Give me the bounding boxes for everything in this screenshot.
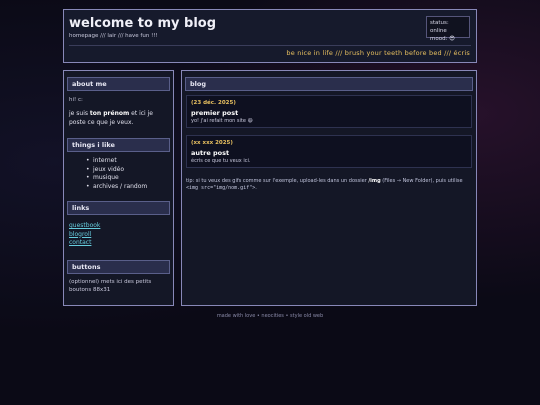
about-bio-pre: je suis	[69, 110, 90, 117]
list-item: internet	[86, 157, 147, 166]
post-date: (23 déc. 2025)	[191, 100, 236, 106]
about-bio-name: ton prénom	[89, 110, 130, 117]
blog-post: (23 déc. 2025) premier post yo! j'ai ref…	[186, 95, 472, 128]
tip-code: <img src="img/nom.gif">	[186, 185, 256, 191]
nav-link-homepage[interactable]: homepage	[69, 33, 98, 39]
site-title: welcome to my blog	[69, 16, 217, 31]
link-guestbook[interactable]: guestbook	[69, 222, 100, 229]
list-item: musique	[86, 174, 147, 183]
header-tagline: be nice in life /// brush your teeth bef…	[286, 49, 470, 57]
post-title[interactable]: premier post	[191, 109, 238, 117]
footer-item: style old web	[290, 313, 324, 319]
links-heading: links	[67, 201, 170, 215]
buttons-text: (optionnel) mets ici des petits boutons …	[69, 279, 152, 293]
footer-item: neocities	[261, 313, 284, 319]
link-blogroll[interactable]: blogroll	[69, 231, 91, 238]
post-date: (xx xxx 2025)	[191, 140, 233, 146]
nav-link-have-fun[interactable]: have fun !!!	[125, 33, 158, 39]
link-contact[interactable]: contact	[69, 239, 91, 246]
site-header: welcome to my blog homepage /// lair ///…	[63, 9, 477, 63]
blog-post: (xx xxx 2025) autre post écris ce que tu…	[186, 135, 472, 168]
links-list: guestbook blogroll contact	[69, 222, 100, 248]
blog-section: blog (23 déc. 2025) premier post yo! j'a…	[181, 70, 477, 306]
tip-pre: tip: si tu veux des gifs comme sur l'exe…	[186, 178, 369, 184]
list-item: archives / random	[86, 183, 147, 192]
about-heading: about me	[67, 77, 170, 91]
likes-list: internet jeux vidéo musique archives / r…	[86, 157, 147, 192]
mood-label: mood: 😎	[430, 36, 455, 42]
blog-heading: blog	[185, 77, 473, 91]
status-box: status: online mood: 😎	[426, 16, 470, 42]
site-footer: made with love • neocities • style old w…	[0, 313, 540, 319]
likes-heading: things i like	[67, 138, 170, 152]
list-item: jeux vidéo	[86, 166, 147, 175]
header-nav: homepage /// lair /// have fun !!!	[69, 33, 158, 39]
tip-mid: (Files → New Folder), puis utilise	[380, 178, 463, 184]
tip-text: tip: si tu veux des gifs comme sur l'exe…	[186, 178, 470, 192]
footer-item: made with love	[216, 313, 256, 319]
sidebar: about me hi! c: je suis ton prénom et ic…	[63, 70, 174, 306]
status-label: status: online	[430, 20, 449, 34]
post-title[interactable]: autre post	[191, 149, 229, 157]
post-body: yo! j'ai refait mon site 😄	[191, 118, 253, 124]
tip-post: .	[255, 185, 257, 191]
tip-folder: /img	[368, 178, 381, 184]
buttons-heading: buttons	[67, 260, 170, 274]
about-bio: je suis ton prénom et ici je poste ce qu…	[69, 109, 169, 127]
nav-separator: ///	[116, 33, 126, 39]
header-divider	[69, 45, 471, 46]
about-greeting: hi! c:	[69, 97, 83, 103]
nav-link-lair[interactable]: lair	[107, 33, 116, 39]
post-body: écris ce que tu veux ici.	[191, 158, 251, 164]
